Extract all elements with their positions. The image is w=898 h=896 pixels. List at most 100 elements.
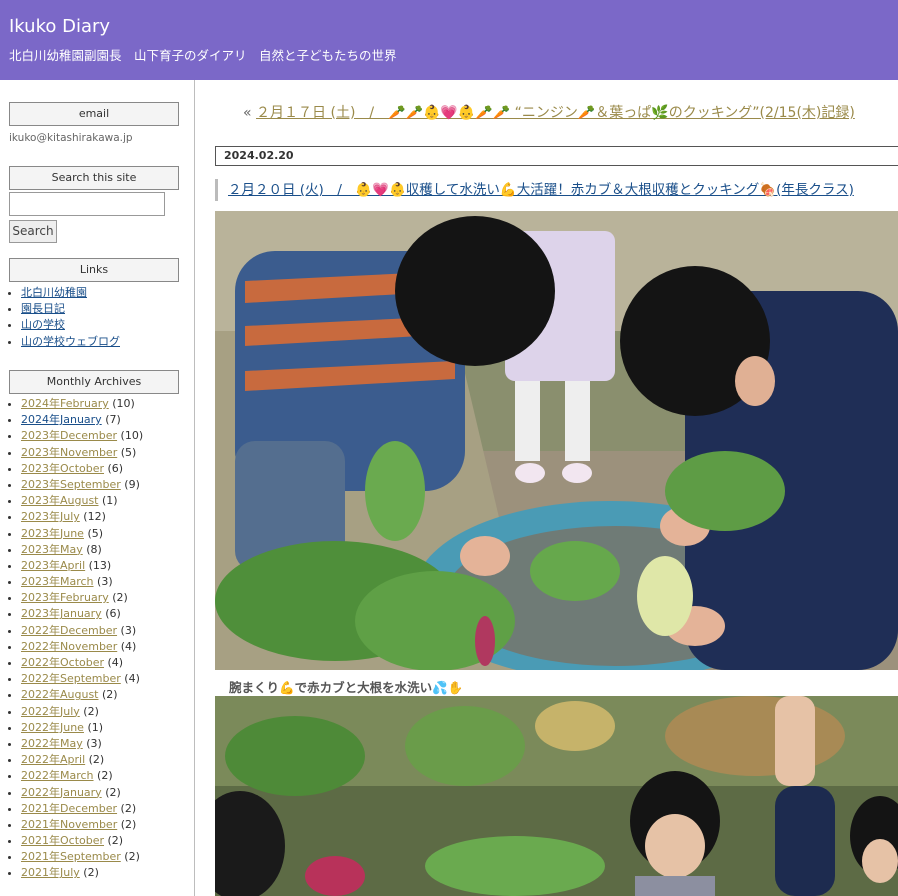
search-heading: Search this site: [9, 166, 179, 190]
archive-count: (13): [88, 558, 112, 572]
archive-count: (1): [87, 720, 104, 734]
archive-link[interactable]: 2022年June: [21, 721, 84, 734]
entry-photo-washing-vegetables[interactable]: [215, 211, 898, 670]
archive-count: (4): [120, 639, 137, 653]
archive-link[interactable]: 2022年May: [21, 737, 83, 750]
previous-entry-link[interactable]: ２月１７日 (土) / 🥕🥕👶💗👶🥕🥕 “ニンジン🥕＆葉っぱ🌿のクッキング”(2…: [256, 105, 855, 121]
archive-link[interactable]: 2024年January: [21, 413, 102, 426]
archive-item: 2022年June (1): [21, 720, 143, 736]
archive-count: (2): [112, 591, 128, 605]
archive-link[interactable]: 2023年March: [21, 575, 94, 588]
entry-photo-harvest[interactable]: [215, 696, 898, 896]
list-item: 山の学校: [21, 317, 120, 333]
archive-item: 2021年October (2): [21, 833, 143, 849]
archive-item: 2022年May (3): [21, 736, 143, 752]
email-heading: email: [9, 102, 179, 126]
sidebar: email ikuko@kitashirakawa.jp Search this…: [0, 80, 195, 896]
archive-item: 2023年March (3): [21, 574, 143, 590]
archive-link[interactable]: 2022年April: [21, 753, 85, 766]
archive-item: 2022年December (3): [21, 623, 143, 639]
archive-item: 2023年October (6): [21, 461, 143, 477]
link-mountain-school[interactable]: 山の学校: [21, 318, 65, 331]
archive-link[interactable]: 2024年February: [21, 397, 109, 410]
archive-item: 2021年July (2): [21, 865, 143, 881]
list-item: 北白川幼稚園: [21, 285, 120, 301]
archive-count: (2): [105, 785, 121, 799]
archive-count: (2): [107, 834, 124, 848]
email-address: ikuko@kitashirakawa.jp: [9, 132, 133, 144]
link-mountain-school-weblog[interactable]: 山の学校ウェブログ: [21, 335, 120, 348]
archive-link[interactable]: 2022年March: [21, 769, 94, 782]
archive-link[interactable]: 2023年September: [21, 478, 121, 491]
archive-link[interactable]: 2023年December: [21, 429, 117, 442]
archive-link[interactable]: 2023年November: [21, 446, 117, 459]
entry-title: ２月２０日 (火) / 👶💗👶収穫して水洗い💪大活躍！赤カブ＆大根収穫とクッキン…: [215, 179, 898, 201]
archive-link[interactable]: 2023年April: [21, 559, 85, 572]
previous-entry-nav: « ２月１７日 (土) / 🥕🥕👶💗👶🥕🥕 “ニンジン🥕＆葉っぱ🌿のクッキング”…: [243, 102, 855, 122]
archive-count: (1): [102, 494, 118, 508]
archive-link[interactable]: 2023年February: [21, 591, 109, 604]
archive-count: (2): [102, 688, 118, 702]
list-item: 園長日記: [21, 301, 120, 317]
archive-link[interactable]: 2021年September: [21, 850, 121, 863]
archive-link[interactable]: 2022年December: [21, 624, 117, 637]
archive-item: 2023年February (2): [21, 590, 143, 606]
archive-link[interactable]: 2022年July: [21, 705, 80, 718]
archive-item: 2021年September (2): [21, 849, 143, 865]
archive-count: (5): [87, 526, 104, 540]
archive-item: 2023年July (12): [21, 509, 143, 525]
archives-list: 2024年February (10)2024年January (7)2023年D…: [0, 396, 143, 882]
archive-count: (2): [120, 817, 137, 831]
archive-item: 2022年August (2): [21, 687, 143, 703]
archive-link[interactable]: 2023年June: [21, 527, 84, 540]
archive-link[interactable]: 2023年August: [21, 494, 99, 507]
archive-item: 2023年November (5): [21, 445, 143, 461]
archive-link[interactable]: 2021年December: [21, 802, 117, 815]
archive-count: (3): [86, 736, 102, 750]
archive-count: (3): [120, 623, 137, 637]
archive-item: 2023年June (5): [21, 526, 143, 542]
archive-count: (9): [124, 477, 140, 491]
archive-link[interactable]: 2022年November: [21, 640, 117, 653]
entry-title-link[interactable]: ２月２０日 (火) / 👶💗👶収穫して水洗い💪大活躍！赤カブ＆大根収穫とクッキン…: [228, 182, 854, 198]
archive-link[interactable]: 2021年November: [21, 818, 117, 831]
archive-link[interactable]: 2023年January: [21, 607, 102, 620]
archive-link[interactable]: 2023年October: [21, 462, 104, 475]
archive-link[interactable]: 2021年October: [21, 834, 104, 847]
archive-item: 2024年February (10): [21, 396, 143, 412]
previous-arrow: «: [243, 105, 252, 121]
links-list: 北白川幼稚園 園長日記 山の学校 山の学校ウェブログ: [0, 285, 120, 350]
link-kindergarten[interactable]: 北白川幼稚園: [21, 286, 87, 299]
archive-item: 2022年January (2): [21, 785, 143, 801]
search-button[interactable]: Search: [9, 220, 57, 243]
archive-item: 2024年January (7): [21, 412, 143, 428]
entry-date: 2024.02.20: [215, 146, 898, 166]
link-director-diary[interactable]: 園長日記: [21, 302, 65, 315]
main-content: « ２月１７日 (土) / 🥕🥕👶💗👶🥕🥕 “ニンジン🥕＆葉っぱ🌿のクッキング”…: [195, 80, 898, 896]
archive-count: (8): [86, 542, 102, 556]
archive-item: 2021年November (2): [21, 817, 143, 833]
archive-item: 2023年September (9): [21, 477, 143, 493]
archive-link[interactable]: 2022年October: [21, 656, 104, 669]
photo-caption: 腕まくり💪で赤カブと大根を水洗い💦✋: [229, 680, 464, 695]
archive-item: 2022年March (2): [21, 768, 143, 784]
archive-link[interactable]: 2022年September: [21, 672, 121, 685]
archive-link[interactable]: 2022年January: [21, 786, 102, 799]
archive-count: (2): [83, 704, 99, 718]
archive-count: (4): [107, 656, 124, 669]
search-input[interactable]: [9, 192, 165, 216]
list-item: 山の学校ウェブログ: [21, 334, 120, 350]
archive-count: (12): [83, 510, 106, 524]
archive-item: 2022年April (2): [21, 752, 143, 768]
archive-count: (10): [112, 397, 135, 410]
archive-link[interactable]: 2023年July: [21, 510, 80, 523]
archive-link[interactable]: 2022年August: [21, 688, 99, 701]
links-heading: Links: [9, 258, 179, 282]
archive-link[interactable]: 2023年May: [21, 543, 83, 556]
archive-count: (4): [124, 672, 140, 686]
archive-count: (2): [120, 801, 137, 815]
site-title[interactable]: Ikuko Diary: [9, 16, 110, 37]
archive-link[interactable]: 2021年July: [21, 866, 80, 879]
archive-count: (2): [88, 753, 105, 767]
archive-item: 2023年May (8): [21, 542, 143, 558]
